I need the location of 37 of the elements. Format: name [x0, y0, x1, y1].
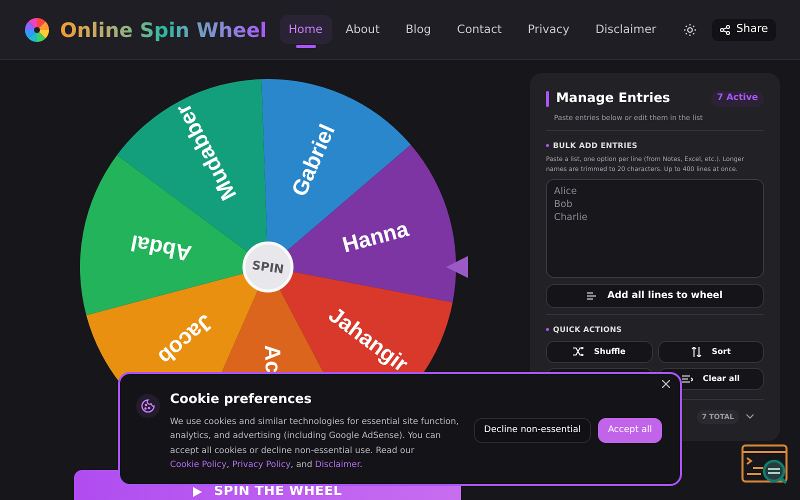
- panel-title: Manage Entries: [556, 90, 670, 108]
- list-clear-icon: [682, 374, 693, 382]
- spin-button[interactable]: SPIN: [242, 242, 294, 292]
- bullet-icon: [546, 144, 549, 148]
- policy-link[interactable]: Cookie Policy: [170, 460, 227, 470]
- pointer-icon: [446, 256, 468, 278]
- nav-link[interactable]: Contact: [448, 14, 511, 44]
- bullet-icon: [546, 328, 549, 332]
- policy-link[interactable]: Disclaimer: [315, 460, 360, 470]
- cookie-icon: [136, 394, 160, 418]
- sun-icon[interactable]: [684, 24, 696, 36]
- list-add-icon: [587, 292, 598, 300]
- sort-icon: [690, 346, 702, 356]
- chevron-down-icon[interactable]: [746, 414, 754, 420]
- quick-action-button[interactable]: Shuffle: [546, 340, 652, 362]
- nav-link[interactable]: About: [336, 14, 389, 44]
- shuffle-icon: [572, 347, 584, 356]
- play-icon: [192, 487, 202, 497]
- segment-label: Hanna: [340, 216, 412, 258]
- cookie-message: We use cookies and similar technologies for essential site function, analytics, and advertising (including Google AdSense). You can accept all cookies or decline non-essential use. Read our Cookie Policy, Privacy Policy, and Disclaimer.: [170, 416, 460, 472]
- nav-link[interactable]: Blog: [396, 14, 440, 44]
- quick-action-button[interactable]: Sort: [658, 340, 764, 362]
- active-count-badge: 7 Active: [710, 91, 764, 106]
- nav-link[interactable]: Privacy: [518, 14, 578, 44]
- entries-textarea[interactable]: Alice Bob Charlie: [546, 179, 764, 278]
- close-icon[interactable]: [662, 380, 670, 388]
- decline-button[interactable]: Decline non-essential: [474, 418, 591, 443]
- share-icon: [720, 24, 730, 34]
- segment-label: Ac: [260, 344, 286, 374]
- policy-link[interactable]: Privacy Policy: [232, 460, 291, 470]
- segment-label: Abdal: [128, 230, 194, 266]
- accent-bar: [546, 90, 549, 107]
- cookie-title: Cookie preferences: [170, 391, 313, 409]
- share-button[interactable]: Share: [712, 18, 776, 40]
- pinwheel-logo-icon: [24, 16, 50, 42]
- nav-link[interactable]: Disclaimer: [586, 14, 666, 44]
- add-lines-button[interactable]: Add all lines to wheel: [546, 284, 764, 308]
